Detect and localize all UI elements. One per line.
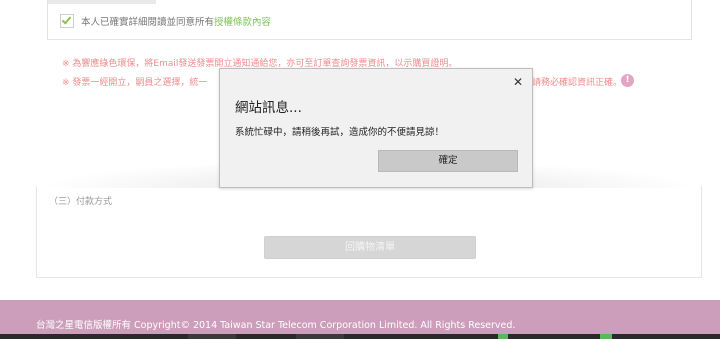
page: 本人已確實詳細閱讀並同意所有授權條款內容 ※ 為響應綠色環保，將Email發送發…: [0, 0, 720, 339]
agree-checkbox[interactable]: [60, 14, 74, 28]
check-icon: [61, 14, 72, 25]
payment-section: [36, 186, 702, 278]
taskbar-item[interactable]: [600, 334, 612, 339]
terms-box: 本人已確實詳細閱讀並同意所有授權條款內容: [47, 0, 692, 40]
alert-dialog: ✕ 網站訊息... 系統忙碌中，請稍後再試，造成你的不便請見諒！ 確定: [219, 68, 533, 188]
taskbar-item[interactable]: [296, 334, 344, 339]
close-icon[interactable]: ✕: [513, 75, 523, 89]
info-icon[interactable]: !: [621, 74, 634, 87]
back-to-cart-button[interactable]: 回購物清單: [264, 236, 476, 259]
taskbar: [0, 334, 720, 339]
taskbar-item[interactable]: [498, 334, 508, 339]
dialog-title: 網站訊息...: [235, 100, 302, 116]
dialog-message: 系統忙碌中，請稍後再試，造成你的不便請見諒！: [235, 127, 445, 138]
tab-stub: [48, 0, 156, 4]
notice-invoice-tail: 請務必確認資訊正確。: [532, 78, 623, 88]
ok-button[interactable]: 確定: [378, 150, 518, 172]
payment-title: （三）付款方式: [49, 197, 113, 207]
terms-link[interactable]: 授權條款內容: [214, 17, 271, 28]
notice-invoice: ※ 發票一經開立，嗣員之選擇，統一: [62, 78, 208, 88]
taskbar-item[interactable]: [188, 334, 236, 339]
agree-label: 本人已確實詳細閱讀並同意所有授權條款內容: [81, 14, 271, 28]
footer-copyright: 台灣之星電信版權所有 Copyright© 2014 Taiwan Star T…: [36, 320, 516, 331]
agree-text: 本人已確實詳細閱讀並同意所有: [81, 17, 215, 28]
